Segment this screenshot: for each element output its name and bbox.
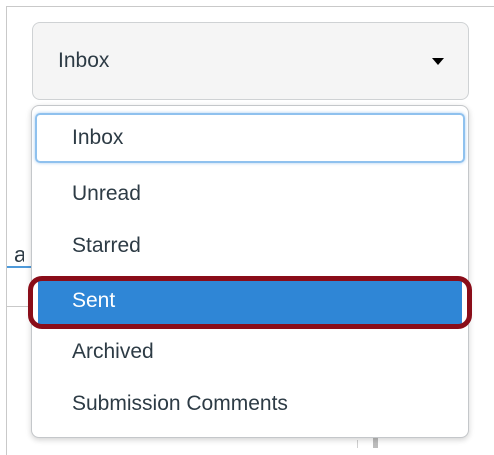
background-scrollbar-fragment <box>373 438 378 448</box>
menu-item-label: Inbox <box>72 126 124 149</box>
background-frame-top-border <box>6 6 494 7</box>
menu-item-label: Starred <box>72 234 141 257</box>
menu-item-unread[interactable]: Unread <box>38 170 462 218</box>
menu-item-label: Submission Comments <box>72 392 288 415</box>
menu-item-starred[interactable]: Starred <box>38 222 462 270</box>
background-frame-left-border <box>6 6 7 455</box>
menu-item-archived[interactable]: Archived <box>38 328 462 376</box>
menu-item-sent[interactable]: Sent <box>38 277 462 325</box>
mailbox-filter-menu: Inbox Unread Starred Sent Archived Submi… <box>31 105 469 438</box>
menu-item-label: Unread <box>72 182 141 205</box>
page: a Inbox Inbox Unread Starred Sent Archiv… <box>0 0 494 455</box>
mailbox-filter-select[interactable]: Inbox <box>32 22 469 100</box>
background-clipped-text: a <box>14 242 24 267</box>
menu-item-inbox[interactable]: Inbox <box>35 113 465 163</box>
background-tick <box>357 440 358 448</box>
caret-down-icon <box>432 57 444 65</box>
menu-item-label: Archived <box>72 340 154 363</box>
menu-item-submission-comments[interactable]: Submission Comments <box>38 380 462 428</box>
menu-item-label: Sent <box>72 289 116 312</box>
mailbox-filter-value: Inbox <box>58 49 110 72</box>
